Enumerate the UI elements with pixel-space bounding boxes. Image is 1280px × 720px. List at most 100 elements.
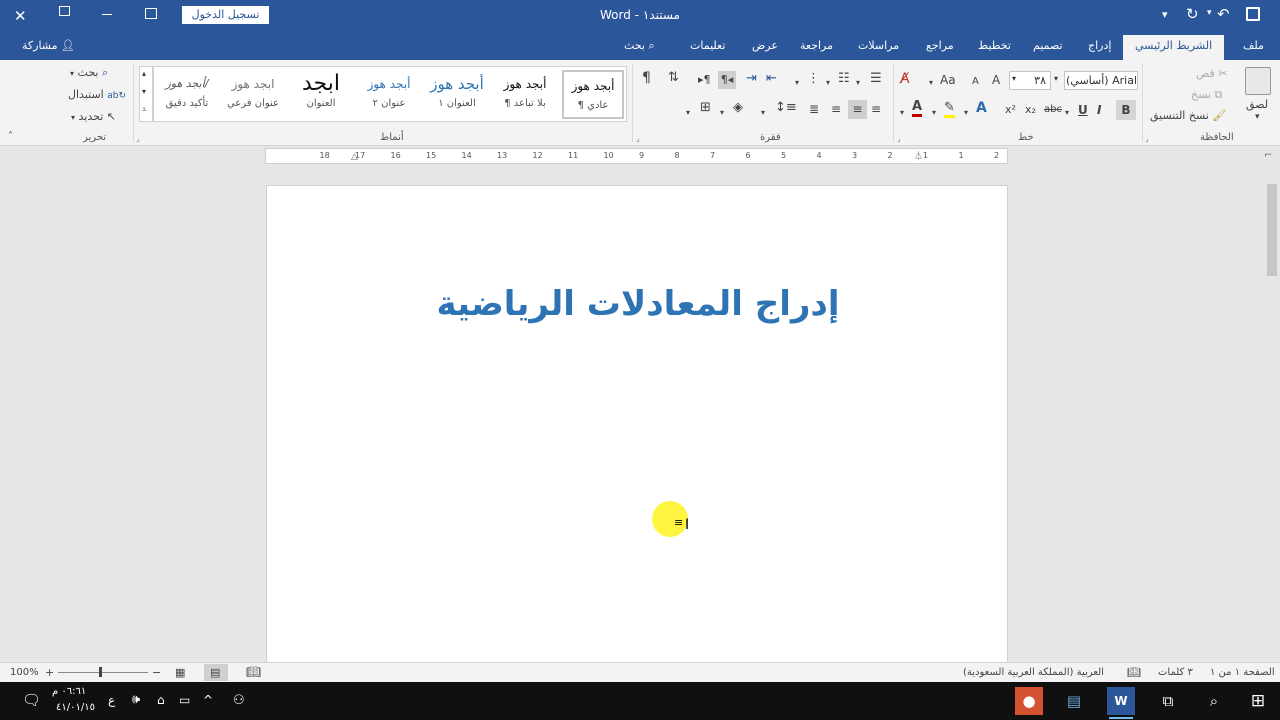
zoom-slider-thumb[interactable] xyxy=(99,667,102,677)
increase-indent-icon[interactable]: ⇥ xyxy=(746,72,757,86)
tab-mailings[interactable]: مراسلات xyxy=(858,39,899,52)
tab-help[interactable]: تعليمات xyxy=(690,39,725,52)
clear-formatting-icon[interactable]: A̸ xyxy=(900,72,910,86)
show-paragraph-marks-icon[interactable]: ¶ xyxy=(642,71,651,85)
undo-icon[interactable]: ↶ xyxy=(1217,5,1230,23)
italic-button[interactable]: I xyxy=(1097,103,1101,117)
tab-view[interactable]: عرض xyxy=(752,39,778,52)
network-icon[interactable]: ⌂ xyxy=(157,693,165,707)
style-title[interactable]: ابجد العنوان xyxy=(290,70,352,119)
tab-insert[interactable]: إدراج xyxy=(1088,39,1111,52)
font-color-dropdown-icon[interactable]: ▾ xyxy=(932,106,936,120)
subscript-button[interactable]: x₂ xyxy=(1025,103,1036,117)
undo-dropdown-icon[interactable]: ▾ xyxy=(1207,8,1212,18)
zoom-in-icon[interactable]: + xyxy=(45,666,54,679)
align-center-icon[interactable]: ≡ xyxy=(848,100,867,119)
change-case-dropdown-icon[interactable]: ▾ xyxy=(929,76,933,90)
line-spacing-dropdown-icon[interactable]: ▾ xyxy=(761,106,765,120)
notifications-icon[interactable]: 🗨︎ xyxy=(22,691,41,709)
left-indent-marker-icon[interactable]: △ xyxy=(351,152,358,162)
copy-button[interactable]: نسخ ⧉ xyxy=(1191,88,1222,102)
bullets-dropdown-icon[interactable]: ▾ xyxy=(856,76,860,90)
style-no-spacing[interactable]: أبجد هوز ¶ بلا تباعد xyxy=(494,70,556,119)
multilevel-dropdown-icon[interactable]: ▾ xyxy=(795,76,799,90)
borders-icon[interactable]: ⊞ xyxy=(700,101,711,115)
share-button[interactable]: مشاركة 👤︎ xyxy=(22,39,75,52)
styles-launcher-icon[interactable]: ⌟ xyxy=(136,132,140,146)
chevron-down-icon[interactable]: ▾ xyxy=(142,87,146,96)
multilevel-list-icon[interactable]: ⋮ xyxy=(807,72,820,86)
numbering-dropdown-icon[interactable]: ▾ xyxy=(826,76,830,90)
numbering-icon[interactable]: ☷ xyxy=(838,72,850,86)
style-heading1[interactable]: أبجد هوز العنوان ١ xyxy=(426,70,488,119)
tab-review[interactable]: مراجعة xyxy=(800,39,833,52)
borders-dropdown-icon[interactable]: ▾ xyxy=(686,106,690,120)
people-icon[interactable]: ⚇ xyxy=(233,693,245,708)
search-icon[interactable]: ⌕ xyxy=(1200,687,1228,715)
justify-icon[interactable]: ≣ xyxy=(809,102,819,116)
font-size-dropdown-icon[interactable]: ▾ xyxy=(1012,74,1016,83)
tab-search[interactable]: بحث ⌕ xyxy=(624,39,655,53)
format-painter-button[interactable]: نسخ التنسيق 🖌︎ xyxy=(1150,109,1226,123)
replace-button[interactable]: استبدال ab↻ xyxy=(68,88,126,103)
grow-font-icon[interactable]: A xyxy=(992,73,1000,87)
restore-icon[interactable] xyxy=(59,6,70,16)
sort-icon[interactable]: ⇅ xyxy=(668,71,679,85)
style-subtitle[interactable]: ابجد هوز عنوان فرعي xyxy=(222,70,284,119)
zoom-level[interactable]: 100% xyxy=(10,667,39,678)
styles-scroll[interactable]: ▴ ▾ ⩡ xyxy=(139,66,153,122)
align-right-icon[interactable]: ≡ xyxy=(871,102,881,116)
tab-file[interactable]: ملف xyxy=(1243,39,1264,52)
word-count[interactable]: ٣ كلمات xyxy=(1158,667,1193,678)
save-icon[interactable] xyxy=(1246,7,1260,21)
minimize-icon[interactable] xyxy=(102,14,112,15)
read-mode-icon[interactable]: 📖︎ xyxy=(246,665,261,679)
clock-time[interactable]: ٠٦:٦١ م xyxy=(52,686,86,697)
show-hidden-icons-icon[interactable]: ^ xyxy=(203,693,213,707)
change-case-icon[interactable]: Aa xyxy=(940,73,956,87)
tab-layout[interactable]: تخطيط xyxy=(978,39,1011,52)
style-normal[interactable]: أبجد هوز ¶ عادي xyxy=(562,70,624,119)
font-name-dropdown-icon[interactable]: ▾ xyxy=(1054,74,1058,83)
tab-home[interactable]: الشريط الرئيسي xyxy=(1123,35,1225,60)
battery-icon[interactable]: ▭ xyxy=(179,693,190,707)
language-status[interactable]: العربية (المملكة العربية السعودية) xyxy=(963,667,1104,678)
word-app-icon[interactable]: W xyxy=(1107,687,1135,719)
clipboard-launcher-icon[interactable]: ⌟ xyxy=(1145,132,1149,146)
style-heading2[interactable]: أبجد هوز عنوان ٢ xyxy=(358,70,420,119)
paste-icon[interactable] xyxy=(1245,67,1271,95)
recording-app-icon[interactable]: ● xyxy=(1015,687,1043,715)
web-layout-icon[interactable]: ▦ xyxy=(175,666,185,679)
page-count[interactable]: الصفحة ١ من ١ xyxy=(1210,667,1275,678)
task-view-icon[interactable]: ⧉ xyxy=(1154,687,1182,715)
line-spacing-icon[interactable]: ↕≡ xyxy=(775,101,797,115)
font-color-icon[interactable]: A xyxy=(912,100,923,117)
shading-dropdown-icon[interactable]: ▾ xyxy=(720,106,724,120)
more-styles-icon[interactable]: ⩡ xyxy=(142,105,147,115)
underline-button[interactable]: U xyxy=(1078,103,1088,117)
highlight-dropdown-icon[interactable]: ▾ xyxy=(964,106,968,120)
font-more-dropdown-icon[interactable]: ▾ xyxy=(900,106,904,120)
ltr-direction-icon[interactable]: ▸¶ xyxy=(698,73,711,87)
font-name-combobox[interactable]: Arial (أساسي) xyxy=(1064,71,1138,90)
vertical-scrollbar[interactable] xyxy=(1264,164,1280,662)
close-icon[interactable]: ✕ xyxy=(14,7,27,25)
tab-references[interactable]: مراجع xyxy=(926,39,954,52)
right-indent-marker-icon[interactable]: ⏃ xyxy=(914,149,923,162)
zoom-out-icon[interactable]: − xyxy=(152,666,161,679)
document-title[interactable]: إدراج المعادلات الرياضية xyxy=(267,284,1009,324)
horizontal-ruler[interactable]: 2 1 1 2 3 4 5 6 7 8 9 10 11 12 13 14 15 16 17 18 xyxy=(265,148,1008,164)
bold-button[interactable]: B xyxy=(1116,100,1136,120)
highlight-color-icon[interactable]: ✎ xyxy=(944,101,955,118)
signin-button[interactable]: تسجيل الدخول xyxy=(182,6,269,24)
shrink-font-icon[interactable]: A xyxy=(972,75,979,89)
ruler-toggle-icon[interactable]: ⌐ xyxy=(1264,150,1272,161)
proofing-icon[interactable]: 📖︎ xyxy=(1127,666,1141,679)
decrease-indent-icon[interactable]: ⇤ xyxy=(766,72,777,86)
chevron-up-icon[interactable]: ▴ xyxy=(142,69,146,78)
bullets-icon[interactable]: ☰ xyxy=(870,72,882,86)
align-left-icon[interactable]: ≡ xyxy=(831,102,841,116)
paste-dropdown-icon[interactable]: ▾ xyxy=(1255,110,1260,124)
rtl-direction-icon[interactable]: ¶◂ xyxy=(718,71,736,89)
underline-dropdown-icon[interactable]: ▾ xyxy=(1065,106,1069,120)
